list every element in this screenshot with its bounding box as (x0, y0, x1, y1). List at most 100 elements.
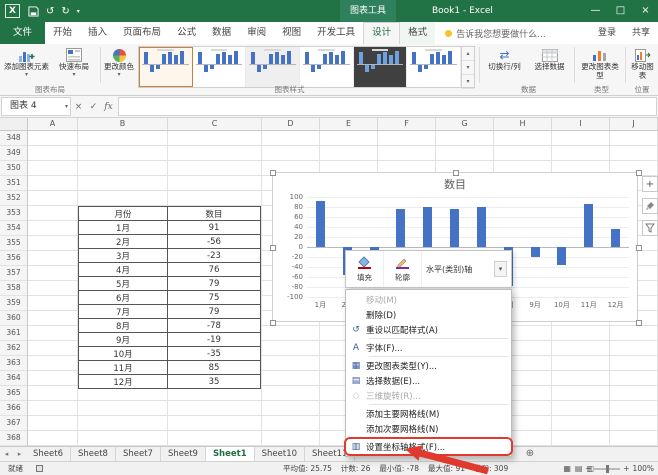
row-header-352[interactable]: 352 (0, 191, 27, 206)
table-cell[interactable]: 11月 (79, 361, 168, 375)
gallery-scroll-down-icon[interactable]: ▾ (462, 61, 474, 75)
formula-input[interactable] (118, 97, 657, 116)
selection-handle[interactable] (270, 170, 276, 176)
table-cell[interactable]: -35 (168, 347, 261, 361)
quick-layout-button[interactable]: 快速布局 ▾ (52, 46, 96, 86)
selection-handle[interactable] (270, 320, 276, 326)
chart-style-3[interactable] (246, 47, 300, 87)
row-header-360[interactable]: 360 (0, 311, 27, 326)
chart-elements-plus-icon[interactable]: + (642, 176, 658, 192)
minimize-button[interactable]: — (583, 0, 608, 22)
table-cell[interactable]: 3月 (79, 249, 168, 263)
ribbon-tab-formulas[interactable]: 公式 (169, 22, 204, 44)
chart-style-5[interactable] (354, 47, 408, 87)
chart-bar[interactable] (423, 207, 432, 247)
selection-handle[interactable] (270, 245, 276, 251)
chart-bar[interactable] (396, 209, 405, 247)
chart-style-6[interactable] (407, 47, 461, 87)
context-menu-item-font[interactable]: A字体(F)... (346, 340, 511, 355)
change-chart-type-button[interactable]: 更改图表类型 (578, 46, 622, 86)
column-header-D[interactable]: D (262, 118, 320, 130)
column-header-E[interactable]: E (320, 118, 378, 130)
sheet-nav-right-icon[interactable]: ▸ (13, 447, 26, 461)
row-header-368[interactable]: 368 (0, 431, 27, 446)
chart-bar[interactable] (531, 247, 540, 257)
zoom-slider[interactable] (594, 468, 620, 470)
sheet-tab-sheet1[interactable]: Sheet1 (206, 447, 255, 461)
table-cell[interactable]: -78 (168, 319, 261, 333)
row-header-358[interactable]: 358 (0, 281, 27, 296)
ribbon-tab-format[interactable]: 格式 (400, 22, 435, 44)
row-header-348[interactable]: 348 (0, 131, 27, 146)
table-header-0[interactable]: 月份 (79, 207, 168, 221)
row-header-365[interactable]: 365 (0, 386, 27, 401)
chart-styles-brush-icon[interactable] (642, 198, 658, 214)
table-cell[interactable]: 12月 (79, 375, 168, 389)
change-colors-button[interactable]: 更改颜色 ▾ (102, 46, 136, 86)
ribbon-tab-view[interactable]: 视图 (274, 22, 309, 44)
gallery-scroll-up-icon[interactable]: ▴ (462, 47, 474, 61)
table-header-1[interactable]: 数目 (168, 207, 261, 221)
close-button[interactable]: × (633, 0, 658, 22)
column-header-C[interactable]: C (168, 118, 262, 130)
row-header-366[interactable]: 366 (0, 401, 27, 416)
chart-title[interactable]: 数目 (273, 176, 637, 192)
sign-in-button[interactable]: 登录 (590, 22, 624, 44)
page-layout-view-icon[interactable]: ▤ (575, 462, 583, 475)
selection-handle[interactable] (636, 245, 642, 251)
selection-handle[interactable] (453, 170, 459, 176)
table-cell[interactable]: 75 (168, 291, 261, 305)
name-box-dropdown-icon[interactable]: ▾ (65, 98, 68, 115)
table-cell[interactable]: -23 (168, 249, 261, 263)
table-cell[interactable]: 7月 (79, 305, 168, 319)
ribbon-tab-insert[interactable]: 插入 (80, 22, 115, 44)
ribbon-tab-review[interactable]: 审阅 (239, 22, 274, 44)
zoom-out-icon[interactable]: − (585, 464, 591, 473)
row-header-355[interactable]: 355 (0, 236, 27, 251)
table-cell[interactable]: -19 (168, 333, 261, 347)
sheet-tab-sheet7[interactable]: Sheet7 (116, 447, 161, 461)
sheet-tab-sheet10[interactable]: Sheet10 (255, 447, 305, 461)
row-header-361[interactable]: 361 (0, 326, 27, 341)
row-header-353[interactable]: 353 (0, 206, 27, 221)
column-header-A[interactable]: A (28, 118, 78, 130)
selection-handle[interactable] (636, 320, 642, 326)
context-menu-item-add-minor-gridlines[interactable]: 添加次要网格线(N) (346, 421, 511, 436)
share-button[interactable]: 共享 (624, 22, 658, 44)
column-header-G[interactable]: G (436, 118, 494, 130)
table-cell[interactable]: 1月 (79, 221, 168, 235)
table-cell[interactable]: 35 (168, 375, 261, 389)
table-cell[interactable]: 9月 (79, 333, 168, 347)
ribbon-tab-home[interactable]: 开始 (45, 22, 80, 44)
new-sheet-button[interactable]: ⊕ (522, 447, 538, 461)
context-menu-item-select-data[interactable]: ▤选择数据(E)... (346, 373, 511, 388)
table-cell[interactable]: 79 (168, 305, 261, 319)
undo-icon[interactable]: ↺ (46, 6, 54, 17)
tell-me-box[interactable]: 告诉我您想要做什么... (435, 22, 556, 44)
table-cell[interactable]: 5月 (79, 277, 168, 291)
row-header-367[interactable]: 367 (0, 416, 27, 431)
redo-icon[interactable]: ↻ (61, 6, 69, 17)
column-header-J[interactable]: J (610, 118, 658, 130)
row-header-364[interactable]: 364 (0, 371, 27, 386)
chart-style-1[interactable] (139, 47, 193, 87)
table-cell[interactable]: 8月 (79, 319, 168, 333)
row-header-356[interactable]: 356 (0, 251, 27, 266)
add-chart-element-button[interactable]: 添加图表元素 ▾ (3, 46, 50, 86)
table-cell[interactable]: 85 (168, 361, 261, 375)
file-tab[interactable]: 文件 (0, 22, 45, 44)
row-header-362[interactable]: 362 (0, 341, 27, 356)
chart-bar[interactable] (584, 204, 593, 247)
context-menu-item-reset-to-match-style[interactable]: ↺重设以匹配样式(A) (346, 322, 511, 337)
context-menu-item-delete[interactable]: 删除(D) (346, 307, 511, 322)
row-header-351[interactable]: 351 (0, 176, 27, 191)
ribbon-tab-developer[interactable]: 开发工具 (309, 22, 363, 44)
macro-record-icon[interactable] (36, 465, 43, 472)
table-cell[interactable]: 4月 (79, 263, 168, 277)
column-header-B[interactable]: B (78, 118, 168, 130)
ribbon-tab-data[interactable]: 数据 (204, 22, 239, 44)
chart-element-selector[interactable]: 水平(类别)轴 ▾ (422, 251, 511, 287)
column-header-F[interactable]: F (378, 118, 436, 130)
ribbon-tab-design[interactable]: 设计 (363, 22, 400, 44)
table-cell[interactable]: 76 (168, 263, 261, 277)
